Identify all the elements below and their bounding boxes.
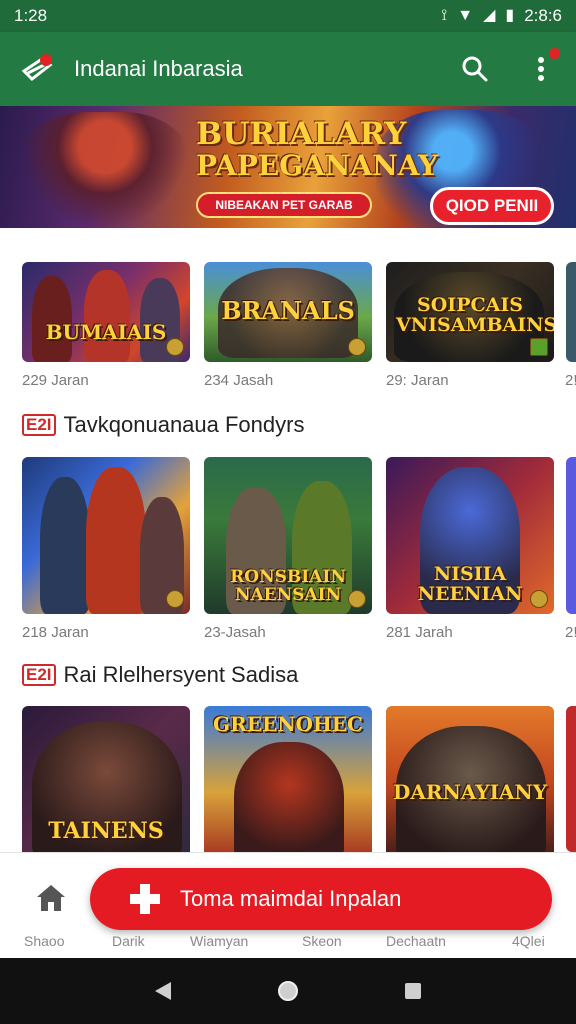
system-nav-bar: [0, 958, 576, 1024]
add-plus-icon: [128, 882, 162, 916]
battery-icon: ▮: [505, 7, 515, 24]
game-card[interactable]: DARNAYIANY: [386, 706, 554, 863]
nav-item-2[interactable]: Darik: [112, 933, 145, 949]
section-icon: E2I: [22, 663, 56, 687]
game-badge-icon: [530, 590, 548, 608]
back-button[interactable]: [151, 979, 175, 1003]
game-row-2: 218 Jaran RONSBIAIN NAENSAIN 23-Jasah NI…: [22, 457, 554, 641]
game-badge-icon: [166, 338, 184, 356]
game-title: BRANALS: [221, 296, 355, 325]
game-card[interactable]: BRANALS 234 Jasah: [204, 262, 372, 389]
game-meta: 218 Jaran: [22, 624, 89, 641]
game-row-1: BUMAIAIS 229 Jaran BRANALS 234 Jasah SOI…: [22, 262, 554, 389]
more-options-button[interactable]: [526, 48, 560, 84]
status-bar: 1:28 ⟟ ▼ ◢ ▮ 2:8:6: [0, 0, 576, 32]
status-time: 1:28: [14, 6, 48, 25]
install-fab-button[interactable]: Toma maimdai Inpalan: [90, 868, 552, 930]
game-card[interactable]: 218 Jaran: [22, 457, 190, 641]
game-card-peek[interactable]: [566, 457, 576, 614]
game-card[interactable]: BUMAIAIS 229 Jaran: [22, 262, 190, 389]
home-icon[interactable]: [34, 881, 68, 915]
game-title: SOIPCAIS VNISAMBAINS: [396, 294, 554, 336]
game-badge-icon: [348, 338, 366, 356]
brand-logo-icon[interactable]: [20, 51, 56, 87]
game-row-3: TAINENS GREENOHEC DARNAYIANY: [22, 706, 554, 863]
nav-item-5[interactable]: Dechaatn: [386, 933, 446, 949]
game-thumbnail: [22, 457, 190, 614]
section-header[interactable]: E2I Rai Rlelhersyent Sadisa: [22, 662, 298, 688]
game-thumbnail: BUMAIAIS: [22, 262, 190, 362]
game-title: RONSBIAIN NAENSAIN: [230, 567, 346, 605]
banner-headline-line1: BURIALARY: [196, 116, 407, 152]
game-meta-peek: 2!: [565, 372, 576, 389]
game-card[interactable]: NISIIA NEENIAN 281 Jarah: [386, 457, 554, 641]
app-title: Indanai Inbarasia: [74, 56, 243, 81]
search-icon: [462, 56, 488, 82]
home-system-button[interactable]: [276, 979, 300, 1003]
game-title: NISIIA NEENIAN: [417, 563, 523, 605]
recents-button[interactable]: [401, 979, 425, 1003]
game-meta-peek: 2!: [565, 624, 576, 641]
nav-item-4[interactable]: Skeon: [302, 933, 342, 949]
section-title: Tavkqonuanaua Fondyrs: [63, 412, 305, 437]
status-clock-right: 2:8:6: [524, 6, 562, 25]
game-badge-icon: [530, 338, 548, 356]
recents-icon: [405, 983, 422, 999]
game-thumbnail: RONSBIAIN NAENSAIN: [204, 457, 372, 614]
search-button[interactable]: [460, 54, 490, 84]
banner-tag: NIBEAKAN PET GARAB: [196, 192, 372, 218]
game-thumbnail: DARNAYIANY: [386, 706, 554, 863]
nav-item-home[interactable]: Shaoo: [24, 933, 64, 949]
banner-headline-line2: PAPEGANANAY: [196, 148, 439, 182]
notification-dot: [549, 48, 560, 59]
game-badge-icon: [166, 590, 184, 608]
vibrate-icon: ⟟: [441, 7, 448, 24]
section-icon: E2I: [22, 413, 56, 437]
section-header[interactable]: E2I Tavkqonuanaua Fondyrs: [22, 412, 304, 438]
game-card[interactable]: GREENOHEC: [204, 706, 372, 863]
game-thumbnail: GREENOHEC: [204, 706, 372, 863]
nav-item-6[interactable]: 4Qlei: [512, 933, 545, 949]
banner-headline: BURIALARY PAPEGANANAY: [196, 116, 439, 182]
game-card[interactable]: SOIPCAIS VNISAMBAINS 29: Jaran: [386, 262, 554, 389]
banner-hero-left: [20, 112, 190, 228]
game-meta: 29: Jaran: [386, 372, 449, 389]
game-meta: 23-Jasah: [204, 624, 266, 641]
game-thumbnail: SOIPCAIS VNISAMBAINS: [386, 262, 554, 362]
home-circle-icon: [277, 981, 298, 1001]
game-card-peek[interactable]: [566, 262, 576, 362]
app-bar-actions: [460, 48, 560, 84]
game-thumbnail: BRANALS: [204, 262, 372, 362]
section-title: Rai Rlelhersyent Sadisa: [63, 662, 299, 687]
wifi-icon: ▼: [457, 7, 474, 24]
promo-banner[interactable]: BURIALARY PAPEGANANAY NIBEAKAN PET GARAB…: [0, 106, 576, 228]
game-meta: 281 Jarah: [386, 624, 453, 641]
more-vert-icon: [538, 57, 544, 81]
game-card-peek[interactable]: [566, 706, 576, 852]
game-meta: 234 Jasah: [204, 372, 274, 389]
nav-item-3[interactable]: Wiamyan: [190, 933, 248, 949]
back-icon: [154, 982, 171, 1000]
game-title: DARNAYIANY: [393, 780, 547, 804]
game-title: GREENOHEC: [213, 712, 363, 736]
status-right: ⟟ ▼ ◢ ▮ 2:8:6: [441, 6, 562, 26]
game-title: BUMAIAIS: [45, 320, 167, 344]
signal-icon: ◢: [483, 7, 496, 24]
game-card[interactable]: RONSBIAIN NAENSAIN 23-Jasah: [204, 457, 372, 641]
game-badge-icon: [348, 590, 366, 608]
fab-label: Toma maimdai Inpalan: [180, 886, 402, 911]
game-thumbnail: NISIIA NEENIAN: [386, 457, 554, 614]
game-title: TAINENS: [48, 818, 164, 844]
game-thumbnail: TAINENS: [22, 706, 190, 863]
game-card[interactable]: TAINENS: [22, 706, 190, 863]
app-bar: Indanai Inbarasia: [0, 32, 576, 106]
game-meta: 229 Jaran: [22, 372, 89, 389]
banner-cta-button[interactable]: QIOD PENII: [430, 187, 554, 225]
